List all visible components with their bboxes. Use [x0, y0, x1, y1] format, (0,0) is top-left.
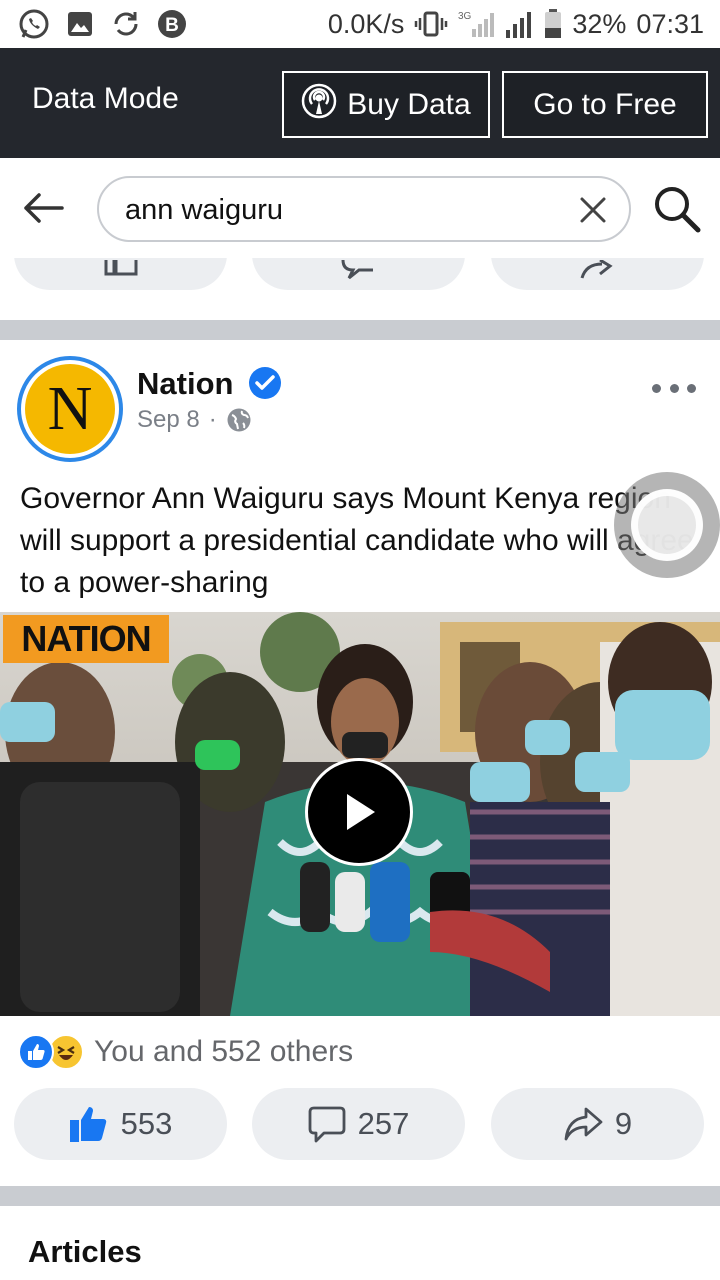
b-app-icon: B: [156, 8, 188, 40]
video-source-badge: NATION: [3, 615, 169, 663]
play-button[interactable]: [305, 758, 413, 866]
gallery-icon: [64, 8, 96, 40]
assistive-touch-button[interactable]: [614, 472, 720, 578]
search-bar: [0, 158, 720, 258]
share-button[interactable]: 9: [491, 1088, 704, 1160]
previous-share-button[interactable]: [491, 258, 704, 290]
post-meta: Sep 8 ·: [137, 406, 252, 434]
verified-badge-icon: [249, 367, 281, 399]
like-button[interactable]: 553: [14, 1088, 227, 1160]
search-button[interactable]: [650, 182, 704, 236]
battery-icon: [544, 9, 562, 39]
comment-icon: [341, 260, 373, 280]
like-reaction-icon: [18, 1034, 54, 1070]
close-icon: [580, 197, 606, 223]
share-count: 9: [614, 1106, 633, 1141]
like-count: 553: [120, 1106, 173, 1141]
thumbs-up-icon: [69, 1107, 106, 1142]
network-speed: 0.0K/s: [327, 8, 405, 39]
data-mode-title: Data Mode: [32, 82, 179, 115]
reactions-count-text: You and 552 others: [94, 1035, 354, 1068]
battery-percent: 32%: [572, 8, 627, 39]
vibrate-icon: [414, 10, 448, 38]
avatar-logo: N: [25, 364, 115, 454]
broadcast-icon: [301, 83, 337, 127]
page-avatar[interactable]: N: [17, 356, 123, 462]
previous-post-actions: [0, 258, 720, 320]
status-bar: B 0.0K/s 3G 32% 07:31: [0, 0, 720, 48]
data-mode-bar: Data Mode Buy Data Go to Free: [0, 48, 720, 158]
go-to-free-button[interactable]: Go to Free: [502, 71, 708, 138]
whatsapp-icon: [18, 8, 50, 40]
play-icon: [347, 794, 375, 830]
page-name[interactable]: Nation: [137, 366, 233, 402]
back-button[interactable]: [20, 188, 66, 228]
search-icon: [655, 187, 701, 233]
comment-button[interactable]: 257: [252, 1088, 465, 1160]
system-indicators: 0.0K/s 3G 32% 07:31: [328, 9, 720, 40]
meta-separator: ·: [208, 406, 217, 433]
app-screen: B 0.0K/s 3G 32% 07:31 Data Mode Buy Data…: [0, 0, 720, 1280]
notification-icons: B: [0, 8, 188, 40]
clock: 07:31: [636, 8, 704, 39]
back-arrow-icon: [24, 193, 64, 223]
clear-search-button[interactable]: [577, 194, 609, 226]
sync-icon: [110, 8, 142, 40]
signal-3g-icon: 3G: [458, 9, 495, 39]
buy-data-label: Buy Data: [347, 87, 471, 121]
articles-heading: Articles: [28, 1234, 142, 1269]
share-icon: [564, 1107, 603, 1141]
articles-section: Articles: [0, 1206, 720, 1280]
post-card: N Nation Sep 8 · Governor Ann Waiguru sa…: [0, 340, 720, 1186]
search-input[interactable]: [125, 190, 565, 230]
post-date[interactable]: Sep 8: [137, 406, 200, 434]
go-to-free-label: Go to Free: [533, 87, 677, 121]
share-icon: [580, 260, 613, 279]
signal-icon: [504, 10, 534, 38]
globe-icon: [227, 408, 251, 432]
svg-text:B: B: [165, 15, 179, 36]
video-player[interactable]: NATION: [0, 612, 720, 1016]
comment-count: 257: [357, 1106, 410, 1141]
previous-like-button[interactable]: [14, 258, 227, 290]
previous-comment-button[interactable]: [252, 258, 465, 290]
svg-text:3G: 3G: [458, 11, 472, 22]
buy-data-button[interactable]: Buy Data: [282, 71, 490, 138]
more-options-button[interactable]: [652, 376, 696, 400]
search-field: [97, 176, 631, 242]
like-icon: [104, 260, 137, 276]
post-text: Governor Ann Waiguru says Mount Kenya re…: [20, 482, 694, 599]
reactions-summary[interactable]: You and 552 others: [18, 1034, 353, 1070]
comment-icon: [308, 1106, 346, 1143]
